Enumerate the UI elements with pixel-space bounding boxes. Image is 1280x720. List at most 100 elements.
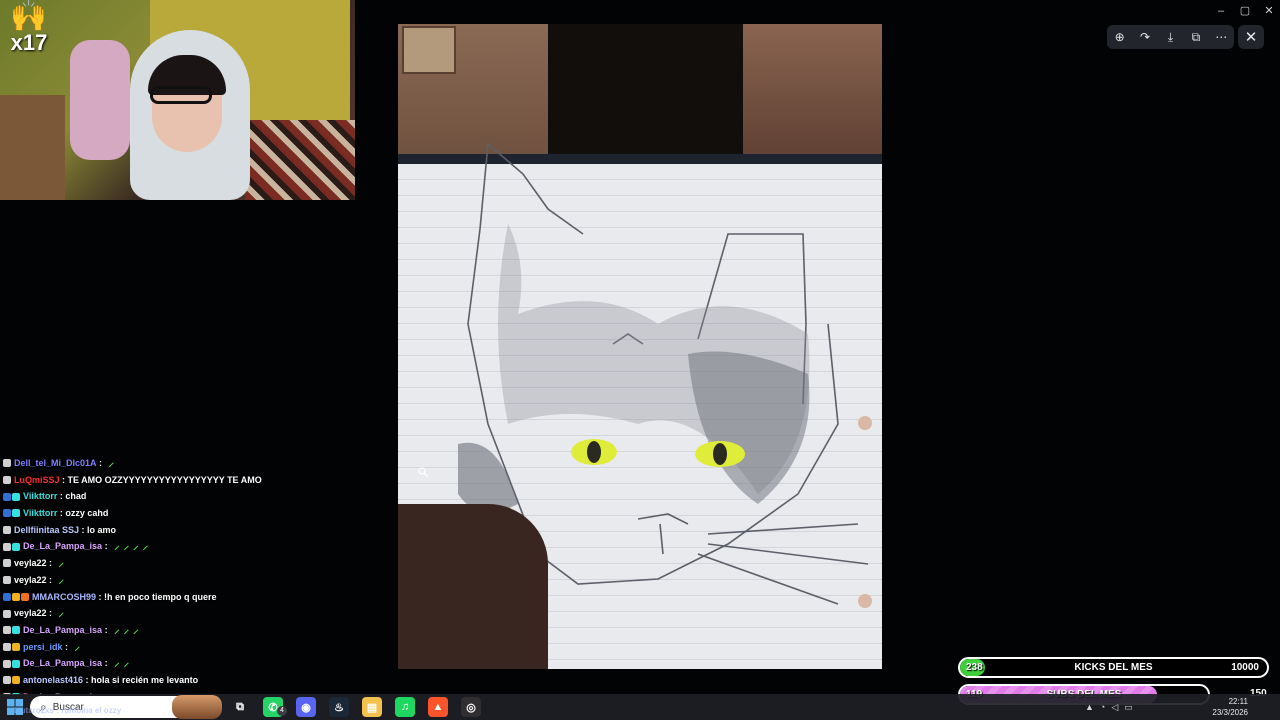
chat-emote-icon: ⸝ (142, 540, 149, 553)
chat-badge-icon (3, 626, 11, 635)
chat-emote-icon: ⸝ (123, 623, 130, 636)
taskbar-clock[interactable]: 22:11 23/3/2026 (1200, 696, 1248, 718)
chat-badge-icon (3, 492, 11, 501)
obs-icon[interactable]: ◎ (461, 697, 481, 717)
chat-username[interactable]: Viikttorr (23, 488, 57, 505)
chat-username[interactable]: De_La_Pampa_isa (23, 655, 102, 672)
chat-message: LuQmiSSJ : TE AMO OZZYYYYYYYYYYYYYYYYY T… (0, 472, 380, 489)
chat-badges (3, 642, 20, 651)
chat-badges (3, 526, 11, 535)
chat-emote-icon: ⸝ (114, 623, 120, 636)
chat-separator: : (59, 474, 68, 485)
chat-separator: : (83, 674, 92, 685)
chat-badge-icon (3, 542, 11, 551)
chat-emote-icon: ⸝ (123, 540, 130, 553)
chat-username[interactable]: veyla22 (14, 555, 47, 572)
chat-badges (3, 592, 29, 601)
chat-badges (3, 542, 20, 551)
chat-badge-icon (3, 459, 11, 468)
chat-username[interactable]: persi_idk (23, 639, 63, 656)
chat-username[interactable]: De_La_Pampa_isa (23, 622, 102, 639)
chat-badge-icon (3, 559, 11, 568)
chat-separator: : (62, 641, 71, 652)
open-external-icon[interactable]: ⧉ (1187, 28, 1205, 46)
chat-ticker: lautaro2xs : rumbina el ozzy (14, 706, 122, 715)
streak-counter: 🙌 x17 (4, 2, 54, 58)
chat-badges (3, 576, 11, 585)
more-options-icon[interactable]: ⋯ (1212, 28, 1230, 46)
chat-badge-icon (3, 509, 11, 518)
chat-separator: : (102, 658, 111, 669)
chat-message: Dellfiinitaa SSJ : lo amo (0, 522, 380, 539)
chat-badge-icon (12, 642, 20, 651)
network-icon[interactable]: ▲ (1085, 702, 1094, 712)
kicks-title: KICKS DEL MES (1074, 662, 1153, 673)
kicks-goal: 10000 (1231, 662, 1259, 673)
chat-separator: : (46, 558, 55, 569)
chat-separator: : (96, 458, 105, 468)
wifi-icon[interactable]: ◔ (1100, 702, 1105, 712)
chat-username[interactable]: Dellfiinitaa SSJ (14, 522, 79, 539)
streak-count: x17 (10, 30, 48, 55)
steam-icon[interactable]: ♨ (329, 697, 349, 717)
chat-badge-icon (3, 576, 11, 585)
chat-message: veyla22 : ⸝ (0, 555, 380, 572)
chat-emote-icon: ⸝ (58, 607, 65, 620)
chat-message: De_La_Pampa_isa : ⸝ ⸝ ⸝ (0, 622, 380, 639)
chat-emote-icon: ⸝ (108, 457, 115, 469)
chat-separator: : (96, 591, 105, 602)
chat-message: Dell_tel_Mi_Dlc01A : ⸝ (0, 455, 380, 472)
chat-text: lo amo (87, 524, 117, 535)
webcam-blanket (245, 120, 355, 200)
chat-username[interactable]: veyla22 (14, 605, 47, 622)
chat-emote-icon: ⸝ (133, 623, 139, 636)
chat-badges (3, 609, 11, 618)
kicks-goal-bar: 238 KICKS DEL MES 10000 (958, 657, 1269, 678)
chat-emote-icon: ⸝ (114, 657, 120, 670)
chat-badge-icon (12, 659, 20, 668)
share-icon[interactable]: ↷ (1136, 28, 1154, 46)
chat-emote-icon: ⸝ (133, 540, 139, 553)
chat-text: TE AMO OZZYYYYYYYYYYYYYYYYY TE AMO (67, 474, 262, 485)
chat-badges (3, 476, 11, 485)
chat-badge-icon (12, 626, 20, 635)
chat-badges (3, 559, 11, 568)
chat-message: antonelast416 : hola si recién me levant… (0, 672, 380, 689)
task-view-icon[interactable]: ⧉ (230, 697, 250, 717)
discord-icon[interactable]: ◉ (296, 697, 316, 717)
chat-username[interactable]: De_La_Pampa_isa (23, 538, 102, 555)
chat-message: persi_idk : ⸝ (0, 639, 380, 656)
chat-message: Viikttorr : ozzy cahd (0, 505, 380, 522)
chat-badge-icon (3, 609, 11, 618)
chat-username[interactable]: Viikttorr (23, 505, 57, 522)
chat-username[interactable]: Dell_tel_Mi_Dlc01A (14, 455, 97, 472)
chat-username[interactable]: LuQmiSSJ (14, 472, 60, 489)
chat-separator: : (46, 574, 55, 585)
chat-badges (3, 509, 20, 518)
clock-time: 22:11 (1228, 697, 1248, 706)
close-viewer-button[interactable]: ✕ (1238, 25, 1264, 49)
webcam-shelf (0, 95, 65, 200)
volume-icon[interactable]: ◁ (1111, 702, 1118, 713)
file-explorer-icon[interactable]: ▤ (362, 697, 382, 717)
close-window-button[interactable]: ✕ (1262, 4, 1276, 18)
download-icon[interactable]: ⤓ (1161, 28, 1179, 46)
brave-icon[interactable]: ▲ (428, 697, 448, 717)
chat-message: veyla22 : ⸝ (0, 605, 380, 622)
zoom-cursor-icon (418, 467, 428, 477)
chat-emote-icon: ⸝ (58, 557, 65, 570)
maximize-window-button[interactable]: ▢ (1238, 4, 1252, 18)
minimize-window-button[interactable]: – (1214, 4, 1228, 18)
chat-badge-icon (12, 542, 20, 551)
chat-badge-icon (3, 659, 11, 668)
clock-date: 23/3/2026 (1212, 708, 1248, 717)
chat-username[interactable]: antonelast416 (23, 672, 83, 689)
zoom-in-icon[interactable]: ⊕ (1111, 28, 1129, 46)
chat-username[interactable]: veyla22 (14, 572, 47, 589)
webcam-glasses (150, 86, 212, 104)
spotify-icon[interactable]: ♫ (395, 697, 415, 717)
chat-username[interactable]: MMARCOSH99 (32, 589, 96, 606)
battery-icon[interactable]: ▭ (1124, 702, 1133, 713)
chat-separator: : (79, 524, 88, 535)
chat-separator: : (46, 608, 55, 619)
